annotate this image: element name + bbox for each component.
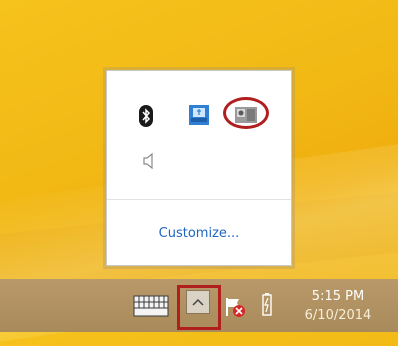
notification-overflow-panel: Customize... — [106, 70, 292, 266]
network-icon[interactable] — [187, 103, 211, 127]
chevron-up-icon — [192, 298, 204, 306]
connection-icon-highlight — [223, 97, 269, 129]
show-hidden-icons-button[interactable] — [186, 290, 210, 314]
bluetooth-icon[interactable] — [137, 105, 155, 127]
clock-time: 5:15 PM — [311, 289, 365, 304]
customize-link[interactable]: Customize... — [107, 199, 291, 267]
touch-keyboard-icon[interactable] — [130, 293, 172, 319]
action-center-flag-icon[interactable] — [223, 295, 247, 319]
power-battery-icon[interactable] — [258, 293, 276, 317]
taskbar: 5:15 PM 6/10/2014 — [0, 279, 398, 332]
clock-date: 6/10/2014 — [304, 308, 372, 323]
volume-icon[interactable] — [141, 151, 157, 171]
overflow-icon-area — [107, 71, 291, 199]
taskbar-clock[interactable]: 5:15 PM 6/10/2014 — [288, 287, 388, 327]
